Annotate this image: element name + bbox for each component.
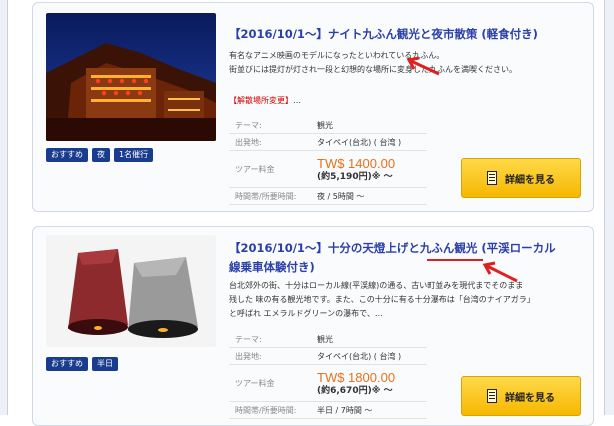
tour-title-line: 【2016/10/1〜】十分の天燈上げと九ふん観光 (平渓ローカル	[229, 241, 556, 255]
price-jpy: (約6,670円)※ 〜	[317, 385, 393, 396]
tour-card: おすすめ 半日 【2016/10/1〜】十分の天燈上げと九ふん観光 (平渓ローカ…	[32, 226, 594, 426]
details-button[interactable]: 詳細を見る	[461, 376, 581, 416]
info-value: 夜 / 5時間 〜	[317, 187, 427, 205]
info-value: 観光	[317, 117, 427, 134]
info-row-time: 時間帯/所要時間: 半日 / 7時間 〜	[229, 401, 427, 419]
tour-title[interactable]: 【2016/10/1〜】ナイト九ふん観光と夜市散策 (軽食付き)	[229, 25, 559, 44]
info-value: タイペイ(台北) ( 台湾 )	[317, 347, 427, 365]
tour-description: 台北郊外の街、十分はローカル線(平渓線)の通る、古い町並みを現代までそのまま 残…	[229, 279, 581, 321]
details-button-label: 詳細を見る	[505, 174, 555, 186]
description-line: 台北郊外の街、十分はローカル線(平渓線)の通る、古い町並みを現代までそのまま	[229, 281, 524, 290]
info-row-price: ツアー料金 TW$ 1400.00 (約5,190円)※ 〜	[229, 150, 427, 188]
tour-card: おすすめ 夜 1名催行 【2016/10/1〜】ナイト九ふん観光と夜市散策 (軽…	[32, 2, 594, 212]
annotation-underline	[427, 259, 483, 261]
tour-info-table: テーマ: 観光 出発地: タイペイ(台北) ( 台湾 ) ツアー料金 TW$ 1…	[229, 331, 427, 419]
venue-change-note: 【解散場所変更】…	[229, 95, 301, 106]
info-value: タイペイ(台北) ( 台湾 )	[317, 133, 427, 151]
price-cell: TW$ 1400.00 (約5,190円)※ 〜	[317, 150, 427, 188]
info-label: 出発地:	[229, 133, 317, 151]
price-twd: TW$ 1400.00	[317, 155, 396, 171]
document-icon	[487, 171, 497, 185]
info-row-theme: テーマ: 観光	[229, 117, 427, 134]
description-line: と呼ばれ エメラルドグリーンの瀑布で、…	[229, 309, 383, 318]
tour-info-table: テーマ: 観光 出発地: タイペイ(台北) ( 台湾 ) ツアー料金 TW$ 1…	[229, 117, 427, 205]
info-label: テーマ:	[229, 331, 317, 348]
info-row-origin: 出発地: タイペイ(台北) ( 台湾 )	[229, 347, 427, 365]
info-row-time: 時間帯/所要時間: 夜 / 5時間 〜	[229, 187, 427, 205]
tour-title-line: 線乗車体験付き)	[229, 260, 315, 274]
details-button[interactable]: 詳細を見る	[461, 158, 581, 198]
tour-photo-sky-lanterns[interactable]	[46, 235, 216, 347]
document-icon	[487, 389, 497, 403]
info-label: ツアー料金	[229, 150, 317, 188]
info-value: 半日 / 7時間 〜	[317, 401, 427, 419]
info-row-price: ツアー料金 TW$ 1800.00 (約6,670円)※ 〜	[229, 364, 427, 402]
description-line: 街並びには提灯が灯され一段と幻想的な場所に変身した九ふんを満喫ください。	[229, 65, 517, 74]
price-twd: TW$ 1800.00	[317, 369, 396, 385]
tag-night[interactable]: 夜	[92, 148, 110, 162]
info-label: ツアー料金	[229, 364, 317, 402]
price-cell: TW$ 1800.00 (約6,670円)※ 〜	[317, 364, 427, 402]
tag-recommended[interactable]: おすすめ	[46, 357, 88, 371]
description-line: 残した 味の有る観光地です。また、この十分に有る十分瀑布は「台湾のナイアガラ」	[229, 295, 535, 304]
info-label: 時間帯/所要時間:	[229, 401, 317, 419]
annotation-arrow-icon	[406, 56, 440, 76]
page-frame-right	[604, 0, 614, 415]
venue-change-ellipsis: …	[293, 96, 301, 105]
tag-list: おすすめ 夜 1名催行	[46, 148, 154, 162]
tour-photo-night-jiufen[interactable]	[46, 13, 216, 141]
tag-min-one-person[interactable]: 1名催行	[114, 148, 154, 162]
details-button-label: 詳細を見る	[505, 392, 555, 404]
price-jpy: (約5,190円)※ 〜	[317, 171, 393, 182]
tag-recommended[interactable]: おすすめ	[46, 148, 88, 162]
info-row-theme: テーマ: 観光	[229, 331, 427, 348]
page-frame-left	[0, 0, 8, 415]
tag-list: おすすめ 半日	[46, 357, 118, 371]
info-label: テーマ:	[229, 117, 317, 134]
tag-half-day[interactable]: 半日	[92, 357, 118, 371]
info-label: 出発地:	[229, 347, 317, 365]
info-value: 観光	[317, 331, 427, 348]
info-row-origin: 出発地: タイペイ(台北) ( 台湾 )	[229, 133, 427, 151]
info-label: 時間帯/所要時間:	[229, 187, 317, 205]
venue-change-label: 【解散場所変更】	[229, 96, 293, 105]
